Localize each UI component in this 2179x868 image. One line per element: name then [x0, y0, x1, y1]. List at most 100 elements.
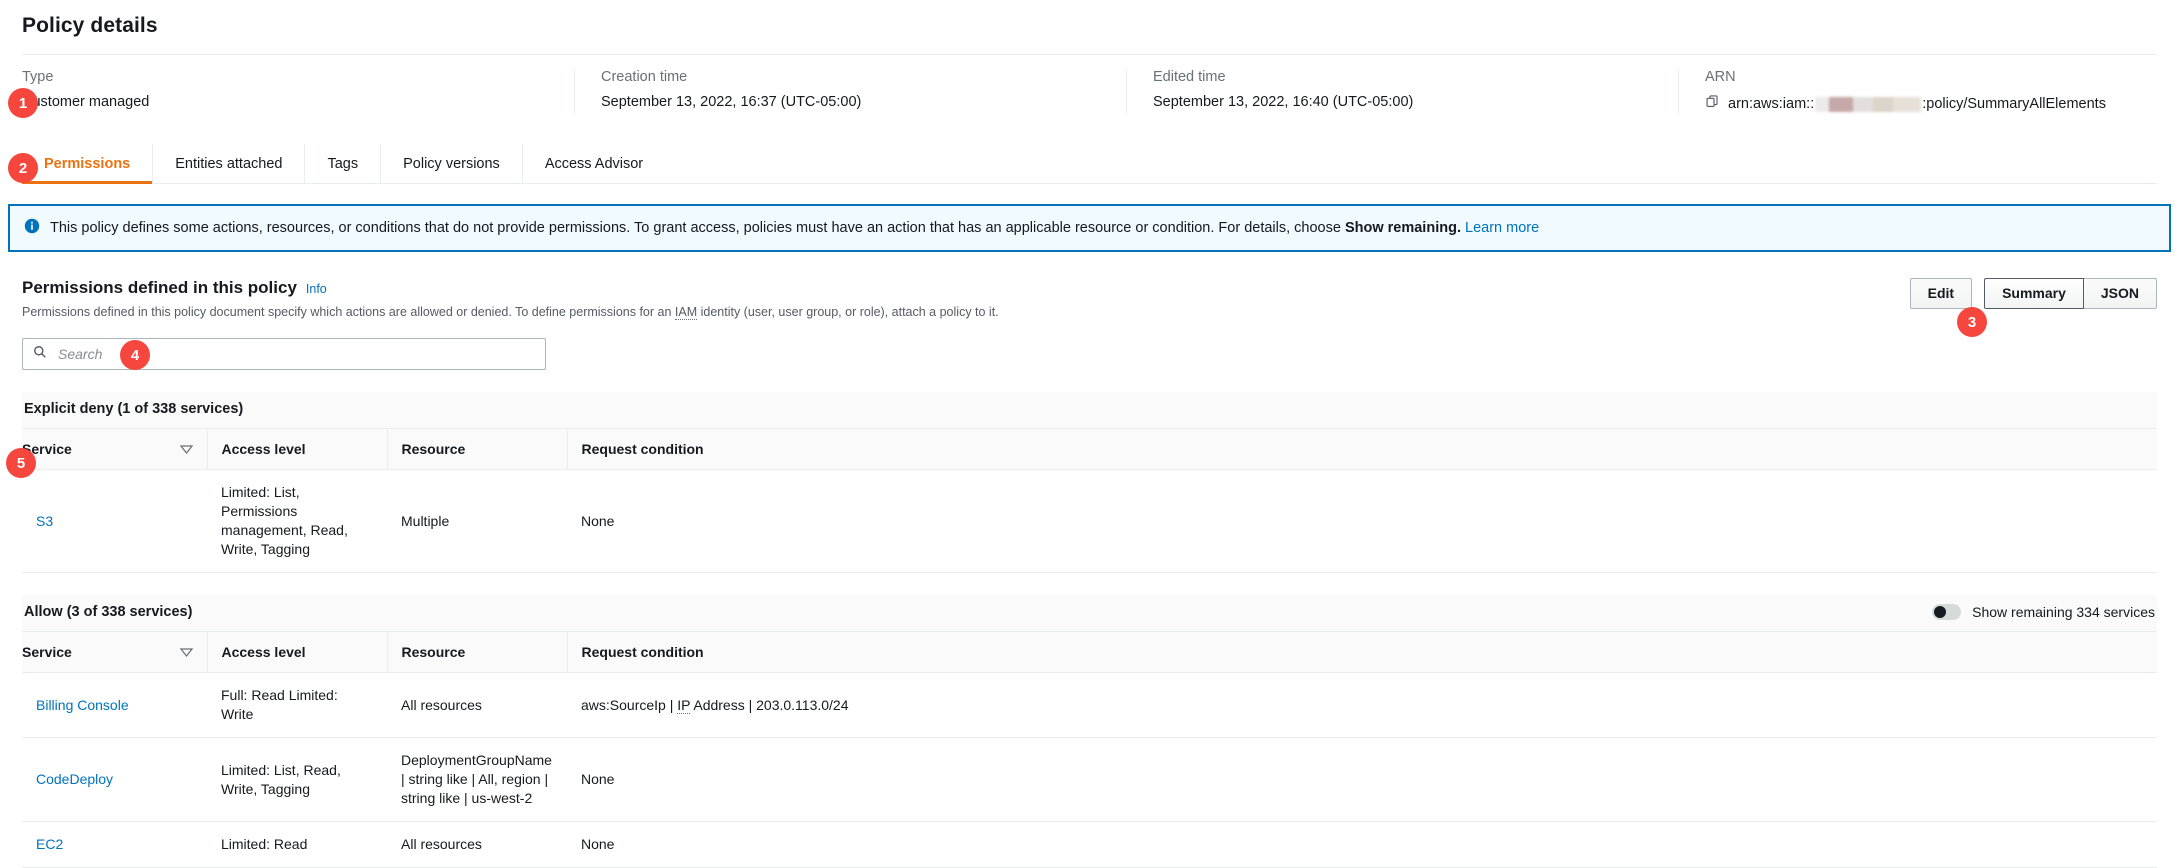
- detail-edited-time-label: Edited time: [1153, 69, 1654, 85]
- cell-service: EC2: [22, 822, 207, 868]
- column-header-service[interactable]: Service: [22, 429, 207, 470]
- column-header-access-level[interactable]: Access level: [207, 429, 387, 470]
- summary-view-button[interactable]: Summary: [1984, 278, 2084, 309]
- annotation-badge-4: 4: [120, 340, 150, 370]
- info-icon: [24, 218, 40, 238]
- info-link[interactable]: Info: [306, 282, 327, 296]
- cell-request-condition-part1: aws:SourceIp |: [581, 697, 677, 713]
- cell-request-condition: aws:SourceIp | IP Address | 203.0.113.0/…: [567, 673, 2157, 738]
- detail-creation-time-label: Creation time: [601, 69, 1102, 85]
- tab-entities-attached-label: Entities attached: [175, 156, 282, 172]
- detail-arn: ARN arn:aws:iam:::policy/SummaryAllEleme…: [1678, 69, 2179, 114]
- alert-text: This policy defines some actions, resour…: [50, 220, 1539, 236]
- table-row: S3 Limited: List, Permissions management…: [22, 470, 2157, 573]
- column-header-service-label: Service: [22, 644, 72, 660]
- tab-policy-versions[interactable]: Policy versions: [381, 144, 523, 183]
- iam-abbreviation: IAM: [675, 305, 697, 320]
- tab-entities-attached[interactable]: Entities attached: [153, 144, 305, 183]
- tab-tags[interactable]: Tags: [305, 144, 381, 183]
- cell-request-condition: None: [567, 470, 2157, 573]
- arn-prefix: arn:aws:iam::: [1728, 96, 1814, 112]
- section-description: Permissions defined in this policy docum…: [22, 305, 999, 319]
- permissions-toolbar: Edit Summary JSON: [1910, 278, 2157, 309]
- service-link-codedeploy[interactable]: CodeDeploy: [36, 771, 113, 787]
- show-remaining-toggle-label: Show remaining 334 services: [1972, 604, 2155, 620]
- cell-request-condition: None: [567, 738, 2157, 822]
- section-title: Permissions defined in this policy: [22, 278, 297, 298]
- section-description-part2: identity (user, user group, or role), at…: [697, 305, 999, 319]
- tab-permissions[interactable]: Permissions: [22, 144, 153, 183]
- column-header-resource-label: Resource: [402, 441, 466, 457]
- service-link-ec2[interactable]: EC2: [36, 836, 63, 852]
- info-alert: This policy defines some actions, resour…: [8, 204, 2171, 252]
- annotation-badge-2: 2: [8, 153, 38, 183]
- cell-resource: DeploymentGroupName | string like | All,…: [387, 738, 567, 822]
- detail-edited-time-value: September 13, 2022, 16:40 (UTC-05:00): [1153, 94, 1654, 110]
- column-header-request-condition[interactable]: Request condition: [567, 632, 2157, 673]
- table-row: CodeDeploy Limited: List, Read, Write, T…: [22, 738, 2157, 822]
- alert-text-bold: Show remaining.: [1345, 220, 1461, 236]
- show-remaining-toggle[interactable]: [1932, 604, 1961, 620]
- allow-title: Allow (3 of 338 services): [24, 604, 192, 620]
- cell-resource: Multiple: [387, 470, 567, 573]
- cell-resource: All resources: [387, 673, 567, 738]
- show-remaining-toggle-wrap[interactable]: Show remaining 334 services: [1932, 604, 2155, 620]
- column-header-request-condition-label: Request condition: [582, 644, 704, 660]
- explicit-deny-title: Explicit deny (1 of 338 services): [24, 401, 243, 417]
- section-title-row: Permissions defined in this policy Info: [22, 278, 999, 298]
- copy-icon[interactable]: [1705, 94, 1720, 114]
- detail-arn-label: ARN: [1705, 69, 2177, 85]
- alert-text-part1: This policy defines some actions, resour…: [50, 220, 1345, 236]
- detail-creation-time: Creation time September 13, 2022, 16:37 …: [574, 69, 1126, 114]
- edit-button[interactable]: Edit: [1910, 278, 1972, 309]
- arn-redacted-account-id: [1815, 97, 1921, 112]
- explicit-deny-group: Explicit deny (1 of 338 services) Servic…: [22, 392, 2157, 573]
- search-icon: [33, 345, 47, 364]
- cell-access-level: Limited: List, Read, Write, Tagging: [207, 738, 387, 822]
- table-row: Billing Console Full: Read Limited: Writ…: [22, 673, 2157, 738]
- annotation-badge-5: 5: [6, 448, 36, 478]
- cell-request-condition: None: [567, 822, 2157, 868]
- column-header-resource[interactable]: Resource: [387, 632, 567, 673]
- toggle-knob: [1934, 606, 1946, 618]
- search-container: [22, 338, 546, 370]
- column-header-access-level-label: Access level: [222, 441, 306, 457]
- policy-tabs: Permissions Entities attached Tags Polic…: [22, 144, 2157, 184]
- arn-text: arn:aws:iam:::policy/SummaryAllElements: [1728, 96, 2106, 112]
- table-header-row: Service Access level Resource Request co…: [22, 632, 2157, 673]
- json-view-button[interactable]: JSON: [2083, 278, 2157, 309]
- service-link-s3[interactable]: S3: [36, 513, 53, 529]
- ip-abbreviation: IP: [677, 697, 690, 714]
- column-header-resource[interactable]: Resource: [387, 429, 567, 470]
- detail-edited-time: Edited time September 13, 2022, 16:40 (U…: [1126, 69, 1678, 114]
- detail-type-value: Customer managed: [22, 94, 550, 110]
- table-header-row: Service Access level Resource Request co…: [22, 429, 2157, 470]
- sort-descending-icon[interactable]: [180, 441, 193, 457]
- cell-access-level: Full: Read Limited: Write: [207, 673, 387, 738]
- detail-type: Type Customer managed: [22, 69, 574, 114]
- allow-group: Allow (3 of 338 services) Show remaining…: [22, 595, 2157, 868]
- column-header-access-level[interactable]: Access level: [207, 632, 387, 673]
- policy-details-summary: Type Customer managed Creation time Sept…: [0, 55, 2179, 130]
- annotation-badge-1: 1: [8, 88, 38, 118]
- cell-resource: All resources: [387, 822, 567, 868]
- permissions-section: Permissions defined in this policy Info …: [22, 278, 2157, 868]
- cell-request-condition-part2: Address | 203.0.113.0/24: [690, 697, 848, 713]
- tab-policy-versions-label: Policy versions: [403, 156, 500, 172]
- column-header-resource-label: Resource: [402, 644, 466, 660]
- allow-table: Service Access level Resource Request co…: [22, 631, 2157, 868]
- cell-service: CodeDeploy: [22, 738, 207, 822]
- column-header-service[interactable]: Service: [22, 632, 207, 673]
- cell-access-level: Limited: Read: [207, 822, 387, 868]
- tab-tags-label: Tags: [327, 156, 358, 172]
- tab-permissions-label: Permissions: [44, 156, 130, 172]
- explicit-deny-table: Service Access level Resource Request co…: [22, 428, 2157, 573]
- tab-access-advisor-label: Access Advisor: [545, 156, 643, 172]
- service-link-billing-console[interactable]: Billing Console: [36, 697, 129, 713]
- tab-access-advisor[interactable]: Access Advisor: [523, 144, 665, 183]
- learn-more-link[interactable]: Learn more: [1465, 220, 1539, 236]
- sort-descending-icon[interactable]: [180, 644, 193, 660]
- column-header-request-condition[interactable]: Request condition: [567, 429, 2157, 470]
- table-row: EC2 Limited: Read All resources None: [22, 822, 2157, 868]
- section-description-part1: Permissions defined in this policy docum…: [22, 305, 675, 319]
